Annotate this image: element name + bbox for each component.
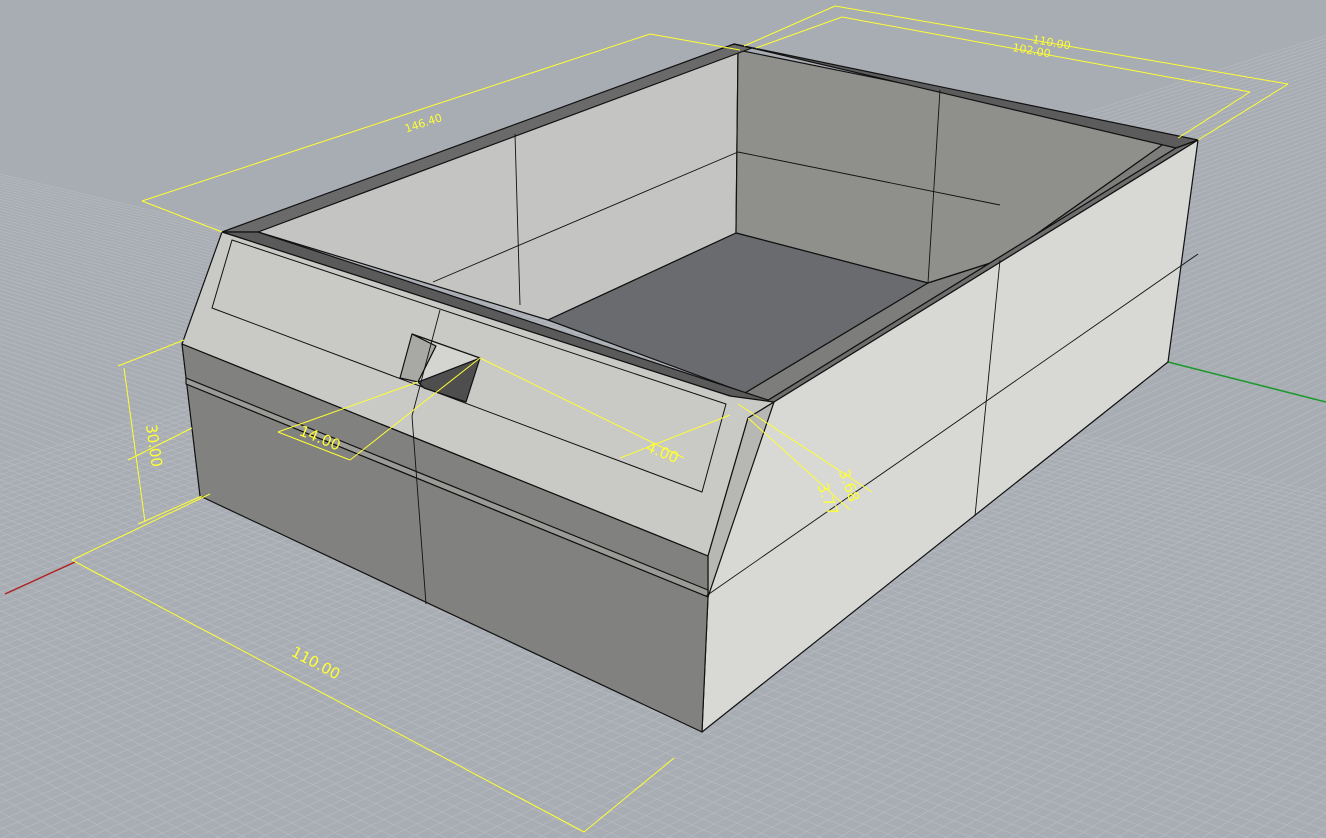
rhino-3d-viewport[interactable]: 110.00 30.00 146.40 110.00 102.00 14.00 … — [0, 0, 1326, 838]
